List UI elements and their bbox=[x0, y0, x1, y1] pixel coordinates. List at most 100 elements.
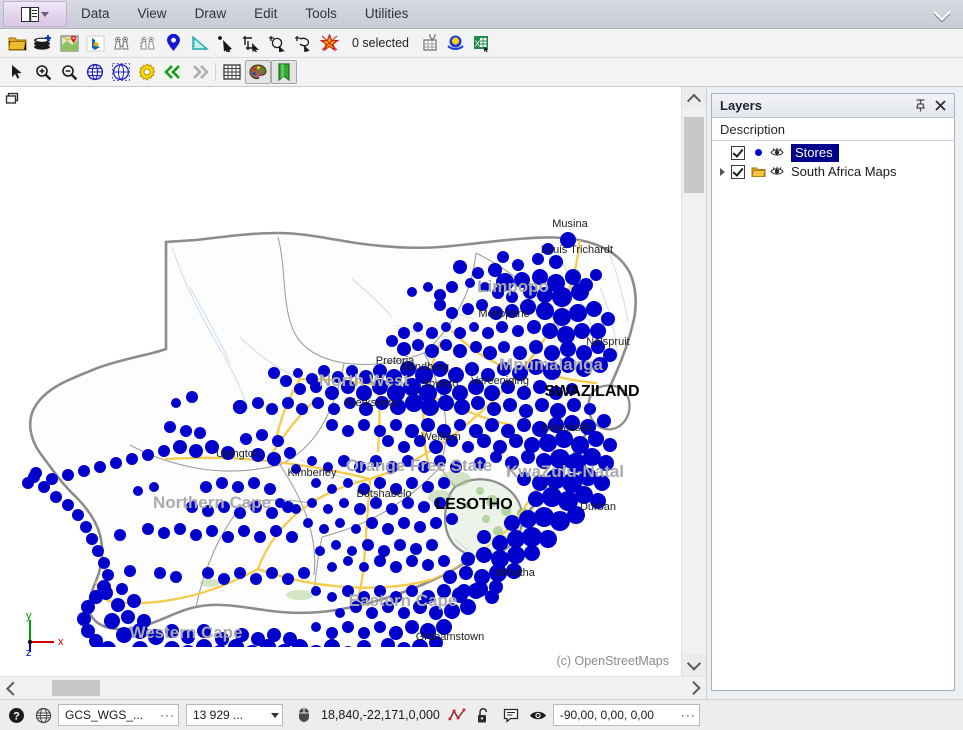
horizontal-scroll-track[interactable] bbox=[22, 677, 684, 699]
vertical-scroll-thumb[interactable] bbox=[684, 117, 704, 193]
layer-row-south-africa-maps[interactable]: South Africa Maps bbox=[712, 162, 954, 181]
rotation-value: -90,00, 0,00, 0,00 bbox=[559, 708, 654, 722]
circle-select-icon bbox=[268, 35, 285, 52]
map-horizontal-scrollbar[interactable] bbox=[0, 676, 706, 699]
svg-text:North West: North West bbox=[319, 371, 410, 390]
find-place-tool[interactable] bbox=[160, 31, 186, 55]
crs-value: GCS_WGS_... bbox=[65, 708, 144, 722]
basemap-tool[interactable] bbox=[56, 31, 82, 55]
binoculars-icon bbox=[113, 36, 129, 49]
menu-item-utilities[interactable]: Utilities bbox=[351, 0, 423, 28]
menu-item-data[interactable]: Data bbox=[67, 0, 124, 28]
select-features-3d-tool[interactable] bbox=[134, 31, 160, 55]
previous-extent-tool[interactable] bbox=[160, 60, 186, 84]
speech-note-icon[interactable] bbox=[499, 703, 523, 727]
symbology-tool[interactable] bbox=[245, 60, 271, 84]
scroll-right-button[interactable] bbox=[684, 677, 706, 699]
rotation-field[interactable]: -90,00, 0,00, 0,00 ··· bbox=[552, 704, 700, 726]
globe-sun-icon bbox=[447, 35, 465, 50]
axis-orientation-indicator: y x z bbox=[22, 610, 72, 662]
next-extent-tool[interactable] bbox=[186, 60, 212, 84]
open-folder-tool[interactable] bbox=[4, 31, 30, 55]
svg-text:Nelspruit: Nelspruit bbox=[586, 336, 629, 348]
menu-item-draw[interactable]: Draw bbox=[181, 0, 241, 28]
coordinates-label: 18,840,-22,171,0,000 bbox=[321, 708, 440, 722]
eye-icon[interactable] bbox=[769, 166, 785, 177]
svg-text:KwaZulu-Natal: KwaZulu-Natal bbox=[506, 462, 624, 481]
clear-selection-tool[interactable] bbox=[316, 31, 342, 55]
magnifier-minus-icon bbox=[61, 64, 77, 80]
red-polyline-icon[interactable] bbox=[445, 703, 469, 727]
folder-icon bbox=[750, 166, 766, 178]
map-grid-tool[interactable] bbox=[417, 31, 443, 55]
map-pin-thumbnail-icon bbox=[60, 34, 78, 51]
layers-column-header: Description bbox=[712, 118, 954, 141]
menu-bar: Data View Draw Edit Tools Utilities bbox=[0, 0, 963, 29]
map-vertical-scrollbar[interactable] bbox=[681, 87, 706, 676]
application-menu-button[interactable] bbox=[3, 1, 67, 27]
zoom-full-extent-tool[interactable] bbox=[82, 60, 108, 84]
rotation-more-button[interactable]: ··· bbox=[681, 708, 696, 722]
layer-row-stores[interactable]: Stores bbox=[712, 143, 954, 162]
circle-select-tool[interactable] bbox=[264, 31, 290, 55]
layer-label-stores: Stores bbox=[791, 143, 839, 162]
pin-icon[interactable] bbox=[910, 96, 930, 116]
eye-icon[interactable] bbox=[526, 703, 550, 727]
restore-window-icon[interactable] bbox=[2, 89, 22, 107]
layer-checkbox-stores[interactable] bbox=[731, 145, 745, 160]
pointer-select-tool[interactable] bbox=[212, 31, 238, 55]
zoom-in-tool[interactable] bbox=[30, 60, 56, 84]
menu-item-tools[interactable]: Tools bbox=[291, 0, 351, 28]
status-bar: ? GCS_WGS_... ··· 13 929 ... 18,840,-22,… bbox=[0, 699, 963, 730]
yellow-gear-icon bbox=[138, 63, 156, 81]
svg-text:Durban: Durban bbox=[580, 501, 616, 513]
triangle-right-icon bbox=[719, 167, 725, 176]
add-layer-tool[interactable] bbox=[30, 31, 56, 55]
menu-item-edit[interactable]: Edit bbox=[240, 0, 291, 28]
svg-text:SWAZILAND: SWAZILAND bbox=[544, 383, 639, 400]
binoculars-3d-icon bbox=[139, 36, 155, 49]
book-panel-icon bbox=[21, 6, 39, 22]
crs-field[interactable]: GCS_WGS_... ··· bbox=[58, 704, 179, 726]
menu-item-view[interactable]: View bbox=[124, 0, 181, 28]
close-x-icon[interactable] bbox=[930, 96, 950, 116]
map-container: Limpopo Mpumalanga North West Orange Fre… bbox=[0, 87, 707, 699]
menu-overflow-button[interactable] bbox=[931, 0, 953, 28]
globe-wire-icon[interactable] bbox=[31, 703, 55, 727]
mouse-icon bbox=[292, 703, 316, 727]
scroll-left-button[interactable] bbox=[0, 677, 22, 699]
help-circle-icon[interactable]: ? bbox=[4, 703, 28, 727]
vertical-scroll-track[interactable] bbox=[682, 109, 706, 654]
layers-panel-title: Layers bbox=[720, 98, 762, 113]
double-chevron-right-icon bbox=[193, 65, 209, 79]
svg-text:X: X bbox=[475, 38, 481, 48]
zoom-out-tool[interactable] bbox=[56, 60, 82, 84]
padlock-open-icon[interactable] bbox=[472, 703, 496, 727]
measure-tool[interactable] bbox=[186, 31, 212, 55]
scroll-down-button[interactable] bbox=[682, 654, 706, 676]
bing-maps-tool[interactable] bbox=[82, 31, 108, 55]
rectangle-select-tool[interactable] bbox=[238, 31, 264, 55]
svg-text:Northern Cape: Northern Cape bbox=[153, 493, 271, 512]
attribute-table-tool[interactable] bbox=[219, 60, 245, 84]
scale-field[interactable]: 13 929 ... bbox=[186, 704, 283, 726]
map-canvas[interactable]: Limpopo Mpumalanga North West Orange Fre… bbox=[0, 87, 681, 676]
labels-tool[interactable] bbox=[271, 60, 297, 84]
horizontal-scroll-thumb[interactable] bbox=[52, 680, 100, 696]
layer-checkbox-south-africa-maps[interactable] bbox=[731, 164, 745, 179]
export-excel-tool[interactable]: X bbox=[469, 31, 495, 55]
eye-icon[interactable] bbox=[769, 147, 785, 158]
svg-text:Western Cape: Western Cape bbox=[129, 623, 242, 642]
scroll-up-button[interactable] bbox=[682, 87, 706, 109]
svg-text:Soweto: Soweto bbox=[422, 378, 459, 390]
expand-group-arrow[interactable] bbox=[716, 167, 728, 176]
geocode-tool[interactable] bbox=[443, 31, 469, 55]
chevron-down-icon[interactable] bbox=[271, 712, 279, 718]
select-features-tool[interactable] bbox=[108, 31, 134, 55]
layer-label-south-africa-maps: South Africa Maps bbox=[791, 164, 897, 179]
map-settings-tool[interactable] bbox=[134, 60, 160, 84]
pan-pointer-tool[interactable] bbox=[4, 60, 30, 84]
crs-more-button[interactable]: ··· bbox=[160, 708, 175, 722]
lasso-select-tool[interactable] bbox=[290, 31, 316, 55]
zoom-layer-extent-tool[interactable] bbox=[108, 60, 134, 84]
